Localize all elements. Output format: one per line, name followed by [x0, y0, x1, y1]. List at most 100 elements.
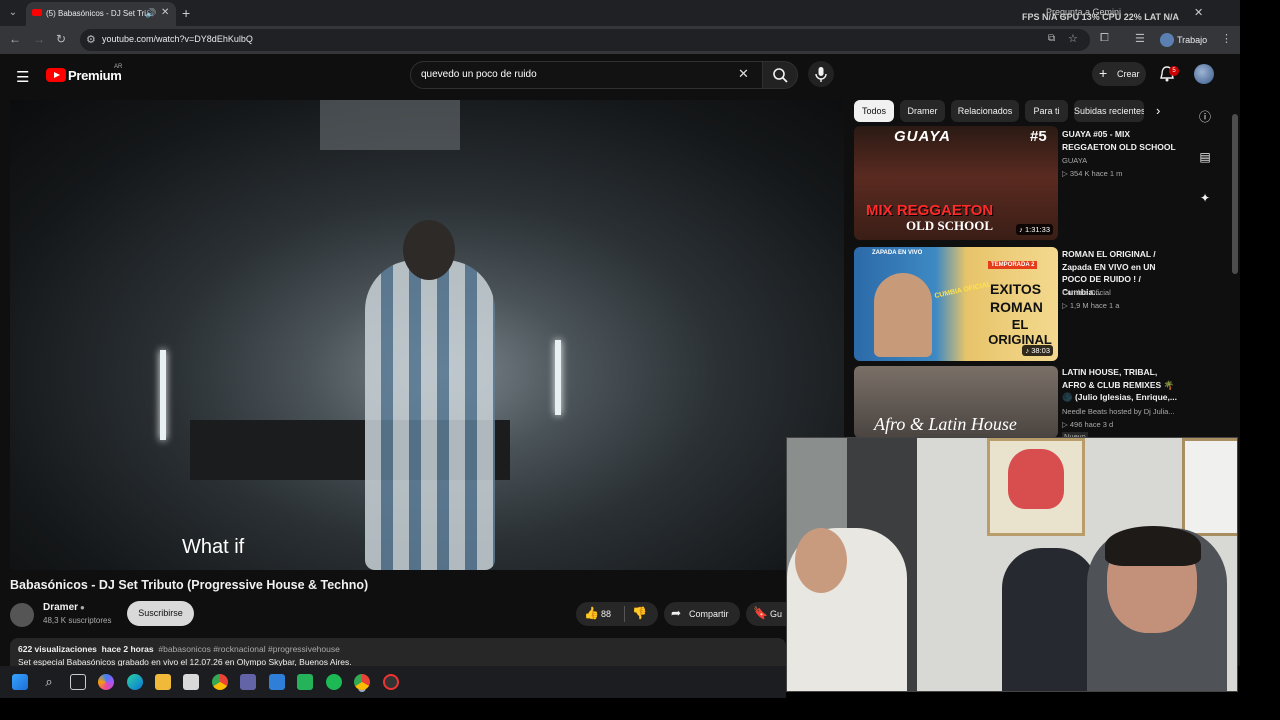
voice-search-button[interactable] [808, 61, 834, 87]
chip-for-you[interactable]: Para ti [1025, 100, 1068, 122]
browser-menu-icon[interactable]: ⋮ [1221, 32, 1232, 45]
rec-channel[interactable]: Cumbia Oficial [1062, 288, 1178, 297]
profile-label: Trabajo [1177, 35, 1208, 45]
rec-channel[interactable]: GUAYA [1062, 156, 1178, 165]
account-avatar[interactable] [1194, 64, 1214, 84]
video-player[interactable] [10, 100, 844, 570]
create-button[interactable]: + Crear [1092, 62, 1146, 86]
url-text[interactable]: youtube.com/watch?v=DY8dEhKulbQ [102, 34, 253, 44]
search-button[interactable] [762, 61, 798, 89]
thumb-number: #5 [1030, 128, 1047, 145]
share-icon: ➦ [671, 606, 682, 620]
video-title: Babasónicos - DJ Set Tributo (Progressiv… [10, 578, 369, 592]
file-explorer-icon[interactable] [155, 674, 171, 690]
chip-related[interactable]: Relacionados [951, 100, 1019, 122]
rec-thumbnail[interactable]: ZAPADA EN VIVO TEMPORADA 2 CUMBIA OFICIA… [854, 247, 1058, 361]
hamburger-menu-icon[interactable]: ☰ [16, 68, 29, 86]
thumb-brand: CUMBIA OFICIAL [933, 281, 992, 300]
video-caption: What if [182, 536, 245, 558]
thumb-season: TEMPORADA 2 [988, 261, 1038, 269]
thumb-subline: OLD SCHOOL [906, 218, 994, 233]
spotify-icon[interactable] [326, 674, 342, 690]
search-icon[interactable]: ⌕ [41, 674, 57, 690]
browser-toolbar: ← → ↻ ⚙ youtube.com/watch?v=DY8dEhKulbQ … [0, 26, 1240, 54]
chip-all[interactable]: Todos [854, 100, 894, 122]
extensions-icon[interactable]: ⧠ [1100, 32, 1109, 45]
youtube-favicon-icon [32, 9, 42, 16]
windows-taskbar: ⌕ [0, 666, 786, 698]
rec-meta: ▷ 354 K hace 1 m [1062, 169, 1123, 178]
chip-dramer[interactable]: Dramer [900, 100, 945, 122]
thumb-person [874, 273, 932, 357]
rec-channel[interactable]: Needle Beats hosted by Dj Julia... [1062, 407, 1178, 416]
edge-icon[interactable] [127, 674, 143, 690]
like-count[interactable]: 88 [601, 609, 611, 619]
verified-icon: ● [80, 603, 85, 612]
subscribe-button[interactable]: Suscribirse [127, 601, 194, 626]
thumb-subline-2: EL ORIGINAL [988, 317, 1052, 347]
profile-chip[interactable]: Trabajo [1158, 31, 1210, 49]
tab-search-button[interactable]: ⌄ [4, 4, 22, 22]
thumb-headline: MIX REGGAETON [866, 202, 994, 219]
rec-meta: ▷ 1,9 M hace 1 a [1062, 301, 1120, 310]
notification-count-badge: 5 [1169, 66, 1179, 76]
video-duration: ♪ 1:31:33 [1016, 224, 1053, 235]
channel-name[interactable]: Dramer [43, 602, 78, 613]
led-tube-light [160, 350, 166, 440]
hashtags[interactable]: #babasonicos #rocknacional #progressiveh… [158, 644, 339, 654]
channel-avatar[interactable] [10, 603, 34, 627]
windows-start-icon[interactable] [12, 674, 28, 690]
search-query[interactable]: quevedo un poco de ruido [421, 69, 537, 80]
search-input[interactable]: quevedo un poco de ruido ✕ [410, 61, 764, 89]
rec-title[interactable]: LATIN HOUSE, TRIBAL, AFRO & CLUB REMIXES… [1062, 366, 1178, 404]
chevron-right-icon[interactable]: › [1156, 103, 1160, 118]
window-close-icon[interactable]: ✕ [1194, 6, 1203, 19]
page-scrollbar[interactable] [1232, 114, 1238, 274]
thumb-brand: GUAYA [894, 128, 951, 145]
whatsapp-icon[interactable] [297, 674, 313, 690]
chip-recent-uploads[interactable]: Subidas recientes [1074, 100, 1144, 122]
like-icon[interactable]: 👍 [584, 606, 599, 620]
browser-tab-active[interactable]: (5) Babasónicos - DJ Set Tri 🔊 ✕ [26, 2, 176, 26]
cast-icon[interactable]: ⧉ [1048, 33, 1055, 44]
share-button[interactable]: ➦ Compartir [664, 602, 740, 626]
obs-icon[interactable] [383, 674, 399, 690]
youtube-play-logo-icon [46, 68, 66, 82]
chrome-icon[interactable] [212, 674, 228, 690]
task-view-icon[interactable] [70, 674, 86, 690]
dislike-icon[interactable]: 👎 [632, 606, 647, 620]
tab-audio-icon[interactable]: 🔊 [145, 8, 156, 19]
person-left-head [795, 528, 847, 593]
plus-icon: + [1099, 65, 1108, 81]
upload-age: hace 2 horas [101, 644, 154, 654]
chat-icon[interactable]: ▤ [1197, 150, 1213, 166]
dj-head [403, 220, 455, 280]
clear-search-icon[interactable]: ✕ [738, 66, 749, 82]
tab-title: (5) Babasónicos - DJ Set Tri [46, 9, 146, 18]
address-bar[interactable]: ⚙ youtube.com/watch?v=DY8dEhKulbQ ⧉ ☆ [80, 29, 1090, 51]
person-right-hair [1105, 526, 1201, 566]
sparkle-icon[interactable]: ✦ [1197, 191, 1213, 207]
new-tab-button[interactable]: + [182, 5, 190, 21]
back-arrow-icon[interactable]: ← [9, 32, 21, 46]
search-icon [773, 68, 788, 83]
chrome-active-icon[interactable] [354, 674, 370, 690]
forward-arrow-icon[interactable]: → [33, 32, 45, 46]
reading-list-icon[interactable]: ☰ [1135, 32, 1145, 45]
info-icon[interactable]: ⓘ [1197, 108, 1213, 124]
ceiling-vent [320, 100, 460, 150]
tab-close-icon[interactable]: ✕ [161, 7, 169, 18]
dj-figure [365, 260, 495, 570]
rec-thumbnail[interactable]: Afro & Latin House [854, 366, 1058, 438]
wall-poster [1182, 438, 1237, 536]
store-icon[interactable] [183, 674, 199, 690]
reload-icon[interactable]: ↻ [56, 32, 66, 46]
teams-icon[interactable] [240, 674, 256, 690]
rec-thumbnail[interactable]: GUAYA #5 MIX REGGAETON OLD SCHOOL ♪ 1:31… [854, 126, 1058, 240]
rec-title[interactable]: GUAYA #05 - MIX REGGAETON OLD SCHOOL [1062, 128, 1178, 153]
copilot-icon[interactable] [98, 674, 114, 690]
site-info-icon[interactable]: ⚙ [86, 33, 96, 46]
mail-icon[interactable] [269, 674, 285, 690]
bookmark-star-icon[interactable]: ☆ [1068, 32, 1078, 45]
logo-text: Premium [68, 68, 122, 83]
